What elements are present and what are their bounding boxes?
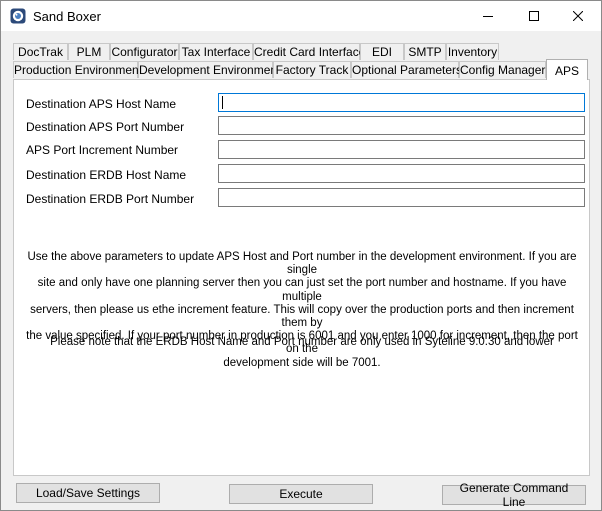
tab-development-environment[interactable]: Development Environment [138, 61, 280, 78]
close-icon [573, 11, 583, 21]
tab-inventory[interactable]: Inventory [446, 43, 499, 60]
sandbox-app-icon [10, 8, 26, 24]
aps-port-number-input[interactable] [218, 116, 585, 135]
tab-aps[interactable]: APS [546, 59, 588, 80]
close-button[interactable] [555, 1, 601, 31]
help-line: development side will be 7001. [223, 356, 381, 369]
aps-host-name-input[interactable] [218, 93, 585, 112]
erdb-note: Please note that the ERDB Host Name and … [50, 336, 554, 348]
tab-plm[interactable]: PLM [68, 43, 110, 60]
tab-tax-interface[interactable]: Tax Interface [179, 43, 253, 60]
help-line: site and only have one planning server t… [37, 277, 567, 303]
minimize-icon [483, 16, 493, 17]
tab-factory-track[interactable]: Factory Track [273, 61, 351, 78]
text-caret [222, 96, 223, 109]
help-line: servers, then please us ethe increment f… [30, 303, 574, 330]
aps-port-increment-input[interactable] [218, 140, 585, 159]
window-title: Sand Boxer [33, 9, 101, 24]
aps-tab-panel: Destination APS Host Name Destination AP… [13, 79, 590, 476]
help-line: Use the above parameters to update APS H… [27, 251, 577, 277]
tab-production-environment[interactable]: Production Environment [13, 61, 142, 78]
tab-config-manager[interactable]: Config Manager [459, 61, 546, 78]
tab-edi[interactable]: EDI [360, 43, 404, 60]
erdb-host-name-input[interactable] [218, 164, 585, 183]
title-bar[interactable]: Sand Boxer [1, 1, 601, 31]
tab-configurator[interactable]: Configurator [110, 43, 179, 60]
load-save-settings-button[interactable]: Load/Save Settings [16, 483, 160, 503]
erdb-port-number-label: Destination ERDB Port Number [26, 192, 195, 206]
aps-port-number-label: Destination APS Port Number [26, 120, 185, 134]
maximize-icon [529, 11, 539, 21]
erdb-port-number-input[interactable] [218, 188, 585, 207]
generate-command-line-button[interactable]: Generate Command Line [442, 481, 586, 509]
tab-doctrak[interactable]: DocTrak [13, 43, 68, 60]
execute-button[interactable]: Execute [229, 484, 373, 504]
minimize-button[interactable] [465, 1, 511, 31]
maximize-button[interactable] [511, 1, 557, 31]
erdb-host-name-label: Destination ERDB Host Name [26, 168, 187, 182]
tab-credit-card-interface[interactable]: Credit Card Interface [253, 43, 365, 60]
aps-port-increment-label: APS Port Increment Number [26, 143, 179, 157]
help-text: Use the above parameters to update APS H… [22, 251, 582, 370]
tab-optional-parameters[interactable]: Optional Parameters [351, 61, 462, 78]
aps-host-name-label: Destination APS Host Name [26, 97, 177, 111]
app-window: Sand Boxer DocTrak PLM Configurator Tax … [0, 0, 602, 511]
tab-smtp[interactable]: SMTP [404, 43, 446, 60]
